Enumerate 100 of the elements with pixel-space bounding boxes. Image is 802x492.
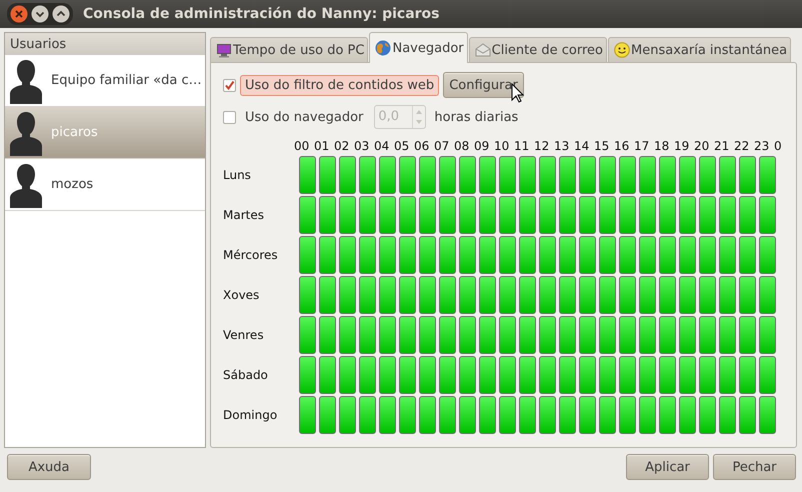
hour-cell[interactable]	[359, 196, 376, 234]
hour-cell[interactable]	[559, 356, 576, 394]
hour-cell[interactable]	[699, 196, 716, 234]
hour-cell[interactable]	[659, 396, 676, 434]
hour-cell[interactable]	[759, 276, 776, 314]
hour-cell[interactable]	[639, 316, 656, 354]
minimize-icon[interactable]	[31, 5, 49, 23]
hour-cell[interactable]	[539, 236, 556, 274]
hour-cell[interactable]	[559, 396, 576, 434]
hour-cell[interactable]	[359, 356, 376, 394]
hour-cell[interactable]	[359, 316, 376, 354]
hour-cell[interactable]	[379, 156, 396, 194]
hour-cell[interactable]	[519, 156, 536, 194]
hour-cell[interactable]	[719, 276, 736, 314]
hour-cell[interactable]	[399, 156, 416, 194]
hour-cell[interactable]	[419, 156, 436, 194]
tab[interactable]: Tempo de uso do PC	[210, 37, 368, 62]
hour-cell[interactable]	[499, 156, 516, 194]
hour-cell[interactable]	[599, 196, 616, 234]
hour-cell[interactable]	[739, 356, 756, 394]
hour-cell[interactable]	[619, 156, 636, 194]
hour-cell[interactable]	[579, 276, 596, 314]
hour-cell[interactable]	[579, 316, 596, 354]
hour-cell[interactable]	[379, 196, 396, 234]
hour-cell[interactable]	[599, 156, 616, 194]
hour-cell[interactable]	[479, 356, 496, 394]
hour-cell[interactable]	[299, 356, 316, 394]
hour-cell[interactable]	[319, 156, 336, 194]
hour-cell[interactable]	[699, 236, 716, 274]
hour-cell[interactable]	[579, 356, 596, 394]
hour-cell[interactable]	[339, 316, 356, 354]
hour-cell[interactable]	[659, 196, 676, 234]
hour-cell[interactable]	[579, 156, 596, 194]
hour-cell[interactable]	[659, 236, 676, 274]
hour-cell[interactable]	[599, 356, 616, 394]
hour-cell[interactable]	[679, 316, 696, 354]
hour-cell[interactable]	[499, 396, 516, 434]
hour-cell[interactable]	[359, 396, 376, 434]
hour-cell[interactable]	[539, 356, 556, 394]
hour-cell[interactable]	[559, 156, 576, 194]
hour-cell[interactable]	[339, 156, 356, 194]
hour-cell[interactable]	[479, 196, 496, 234]
hour-cell[interactable]	[439, 356, 456, 394]
hour-cell[interactable]	[319, 396, 336, 434]
hour-cell[interactable]	[479, 236, 496, 274]
close-icon[interactable]	[10, 5, 28, 23]
tab[interactable]: Cliente de correo	[468, 37, 608, 62]
hour-cell[interactable]	[719, 236, 736, 274]
hour-cell[interactable]	[539, 396, 556, 434]
hour-cell[interactable]	[419, 276, 436, 314]
hour-cell[interactable]	[299, 196, 316, 234]
hour-cell[interactable]	[759, 196, 776, 234]
hour-cell[interactable]	[459, 156, 476, 194]
hour-cell[interactable]	[619, 276, 636, 314]
hour-cell[interactable]	[339, 396, 356, 434]
hour-cell[interactable]	[519, 356, 536, 394]
hour-cell[interactable]	[379, 236, 396, 274]
hour-cell[interactable]	[679, 356, 696, 394]
hour-cell[interactable]	[659, 276, 676, 314]
hour-cell[interactable]	[299, 276, 316, 314]
hour-cell[interactable]	[539, 196, 556, 234]
hour-cell[interactable]	[399, 356, 416, 394]
hour-cell[interactable]	[459, 196, 476, 234]
hour-cell[interactable]	[539, 316, 556, 354]
hour-cell[interactable]	[419, 356, 436, 394]
hour-cell[interactable]	[419, 236, 436, 274]
hour-cell[interactable]	[519, 316, 536, 354]
hour-cell[interactable]	[499, 236, 516, 274]
hour-cell[interactable]	[539, 156, 556, 194]
hour-cell[interactable]	[739, 276, 756, 314]
hour-cell[interactable]	[699, 156, 716, 194]
hour-cell[interactable]	[519, 396, 536, 434]
hour-cell[interactable]	[459, 396, 476, 434]
hour-cell[interactable]	[399, 316, 416, 354]
hour-cell[interactable]	[679, 276, 696, 314]
hour-cell[interactable]	[579, 396, 596, 434]
hour-cell[interactable]	[699, 396, 716, 434]
hour-cell[interactable]	[519, 276, 536, 314]
hour-cell[interactable]	[339, 356, 356, 394]
hour-cell[interactable]	[759, 396, 776, 434]
hour-cell[interactable]	[619, 196, 636, 234]
hour-cell[interactable]	[659, 156, 676, 194]
hour-cell[interactable]	[439, 236, 456, 274]
hour-cell[interactable]	[499, 276, 516, 314]
hour-cell[interactable]	[419, 316, 436, 354]
hour-cell[interactable]	[419, 396, 436, 434]
hour-cell[interactable]	[479, 316, 496, 354]
hour-cell[interactable]	[719, 156, 736, 194]
hour-cell[interactable]	[559, 236, 576, 274]
hour-cell[interactable]	[519, 236, 536, 274]
hour-cell[interactable]	[639, 356, 656, 394]
hour-cell[interactable]	[459, 276, 476, 314]
hour-cell[interactable]	[759, 316, 776, 354]
hour-cell[interactable]	[619, 396, 636, 434]
hour-cell[interactable]	[439, 196, 456, 234]
tab[interactable]: Navegador	[369, 32, 468, 63]
hour-cell[interactable]	[479, 396, 496, 434]
hour-cell[interactable]	[379, 396, 396, 434]
hour-cell[interactable]	[599, 316, 616, 354]
hour-cell[interactable]	[599, 236, 616, 274]
